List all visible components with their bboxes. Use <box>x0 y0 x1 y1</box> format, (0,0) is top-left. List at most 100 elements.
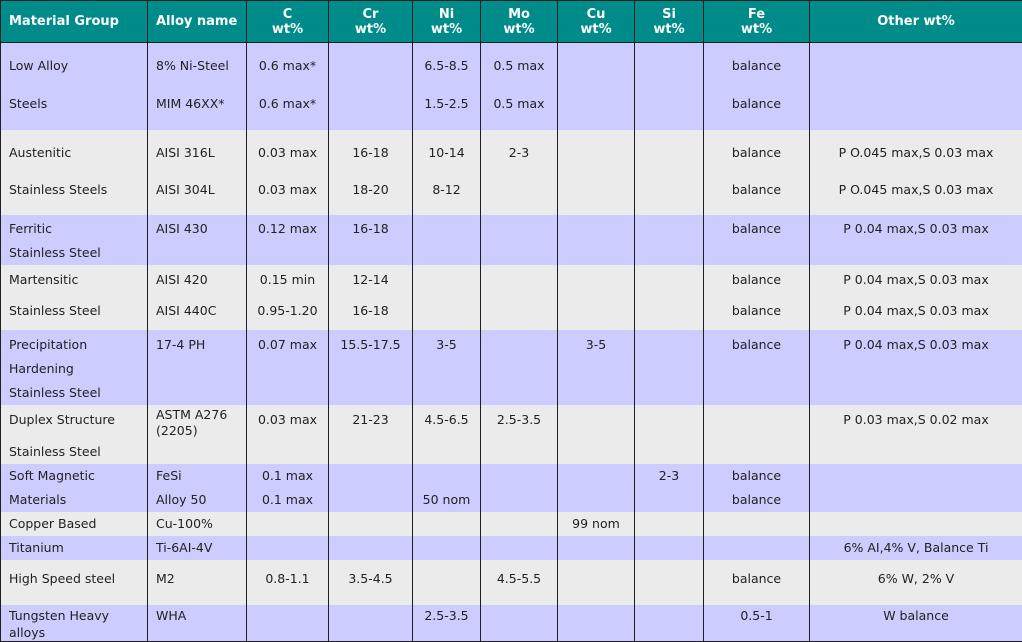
cell-alloy-name-line: Cu-100% <box>156 512 242 536</box>
cell-si-line <box>639 92 699 130</box>
cell-c-line: 0.03 max <box>251 408 324 440</box>
cell-c-line: 0.6 max* <box>251 54 324 92</box>
cell-alloy-name: M2 <box>148 560 247 605</box>
cell-c-line <box>251 607 324 624</box>
table-row: MartensiticStainless SteelAISI 420AISI 4… <box>1 265 1022 330</box>
cell-cr-line: 12-14 <box>333 268 408 299</box>
cell-mo-line: 2.5-3.5 <box>485 408 553 440</box>
cell-c-line: 0.03 max <box>251 141 324 178</box>
cell-si-line: 2-3 <box>639 464 699 488</box>
cell-fe-line <box>708 381 805 405</box>
cell-other-line: P 0.03 max,S 0.02 max <box>814 408 1018 440</box>
header-mo: Mowt% <box>481 1 558 43</box>
cell-ni-line <box>417 440 476 464</box>
cell-cu-line <box>562 440 630 464</box>
cell-other: P 0.04 max,S 0.03 maxP 0.04 max,S 0.03 m… <box>810 265 1022 330</box>
cell-alloy-name-line: AISI 440C <box>156 299 242 330</box>
cell-cu-line <box>562 567 630 605</box>
cell-other-line <box>814 54 1018 92</box>
cell-cu: 99 nom <box>558 512 635 536</box>
cell-mo-line: 4.5-5.5 <box>485 567 553 605</box>
cell-fe: 0.5-1 <box>704 605 810 642</box>
cell-cr <box>329 536 413 560</box>
cell-mo-line <box>485 333 553 357</box>
cell-alloy-name-line: ASTM A276 <box>156 407 242 423</box>
cell-alloy-name-line: 17-4 PH <box>156 333 242 357</box>
cell-alloy-name-line: AISI 430 <box>156 217 242 241</box>
cell-cr-line <box>333 488 408 512</box>
cell-mo-line <box>485 241 553 265</box>
cell-mo-line <box>485 536 553 560</box>
cell-ni-line <box>417 268 476 299</box>
cell-other: P 0.04 max,S 0.03 max <box>810 330 1022 405</box>
cell-ni-line <box>417 512 476 536</box>
cell-material-group: High Speed steel <box>1 560 148 605</box>
cell-cu-line <box>562 299 630 330</box>
cell-cr: 16-18 <box>329 215 413 265</box>
cell-cr-line <box>333 624 408 641</box>
cell-c-line: 0.15 min <box>251 268 324 299</box>
cell-si-line <box>639 241 699 265</box>
cell-alloy-name-line <box>156 241 242 265</box>
cell-material-group-line: Materials <box>9 488 143 512</box>
cell-c: 0.03 max0.03 max <box>247 130 329 215</box>
cell-ni: 2.5-3.5 <box>413 605 481 642</box>
cell-other-line: W balance <box>814 607 1018 624</box>
cell-cr-line <box>333 54 408 92</box>
cell-material-group-line: Duplex Structure <box>9 408 143 440</box>
cell-material-group-line: Low Alloy <box>9 54 143 92</box>
cell-ni-line: 2.5-3.5 <box>417 607 476 624</box>
cell-mo-line <box>485 624 553 641</box>
cell-si-line <box>639 567 699 605</box>
cell-si <box>635 605 704 642</box>
cell-fe-line: balance <box>708 299 805 330</box>
cell-material-group-line: Austenitic <box>9 141 143 178</box>
cell-ni-line: 50 nom <box>417 488 476 512</box>
cell-material-group: Soft MagneticMaterials <box>1 464 148 512</box>
cell-cu <box>558 405 635 464</box>
cell-si-line <box>639 624 699 641</box>
cell-alloy-name: AISI 316LAISI 304L <box>148 130 247 215</box>
cell-c <box>247 512 329 536</box>
cell-fe-line: balance <box>708 178 805 215</box>
table-body: Low AlloySteels8% Ni-SteelMIM 46XX*0.6 m… <box>1 43 1022 642</box>
cell-material-group: Tungsten Heavyalloys <box>1 605 148 642</box>
cell-fe: balancebalance <box>704 464 810 512</box>
cell-cu-line: 99 nom <box>562 512 630 536</box>
cell-fe-line: balance <box>708 488 805 512</box>
cell-cu <box>558 43 635 131</box>
table-row: FerriticStainless SteelAISI 4300.12 max1… <box>1 215 1022 265</box>
cell-c-line: 0.12 max <box>251 217 324 241</box>
cell-si <box>635 43 704 131</box>
header-row: Material Group Alloy name Cwt% Crwt% Niw… <box>1 1 1022 43</box>
header-alloy-name: Alloy name <box>148 1 247 43</box>
cell-fe-line: balance <box>708 567 805 605</box>
cell-other-line: P 0.04 max,S 0.03 max <box>814 299 1018 330</box>
cell-other <box>810 464 1022 512</box>
cell-c: 0.6 max*0.6 max* <box>247 43 329 131</box>
cell-cr-line <box>333 607 408 624</box>
cell-mo-line: 0.5 max <box>485 92 553 130</box>
cell-alloy-name-line: WHA <box>156 607 242 624</box>
cell-other-line: P 0.04 max,S 0.03 max <box>814 268 1018 299</box>
cell-fe-line <box>708 624 805 641</box>
cell-mo-line <box>485 178 553 215</box>
cell-c: 0.07 max <box>247 330 329 405</box>
cell-ni-line <box>417 536 476 560</box>
cell-c-line <box>251 512 324 536</box>
table-row: PrecipitationHardeningStainless Steel17-… <box>1 330 1022 405</box>
cell-fe <box>704 536 810 560</box>
cell-ni <box>413 560 481 605</box>
cell-cu <box>558 130 635 215</box>
cell-c: 0.03 max <box>247 405 329 464</box>
cell-c-line: 0.07 max <box>251 333 324 357</box>
cell-si <box>635 512 704 536</box>
cell-cr-line: 3.5-4.5 <box>333 567 408 605</box>
cell-si-line <box>639 357 699 381</box>
cell-cu-line <box>562 268 630 299</box>
cell-fe: balancebalance <box>704 43 810 131</box>
alloy-composition-table: Material Group Alloy name Cwt% Crwt% Niw… <box>0 0 1022 642</box>
cell-material-group-line: Copper Based <box>9 512 143 536</box>
cell-other-line: 6% AI,4% V, Balance Ti <box>814 536 1018 560</box>
cell-material-group-line: Soft Magnetic <box>9 464 143 488</box>
